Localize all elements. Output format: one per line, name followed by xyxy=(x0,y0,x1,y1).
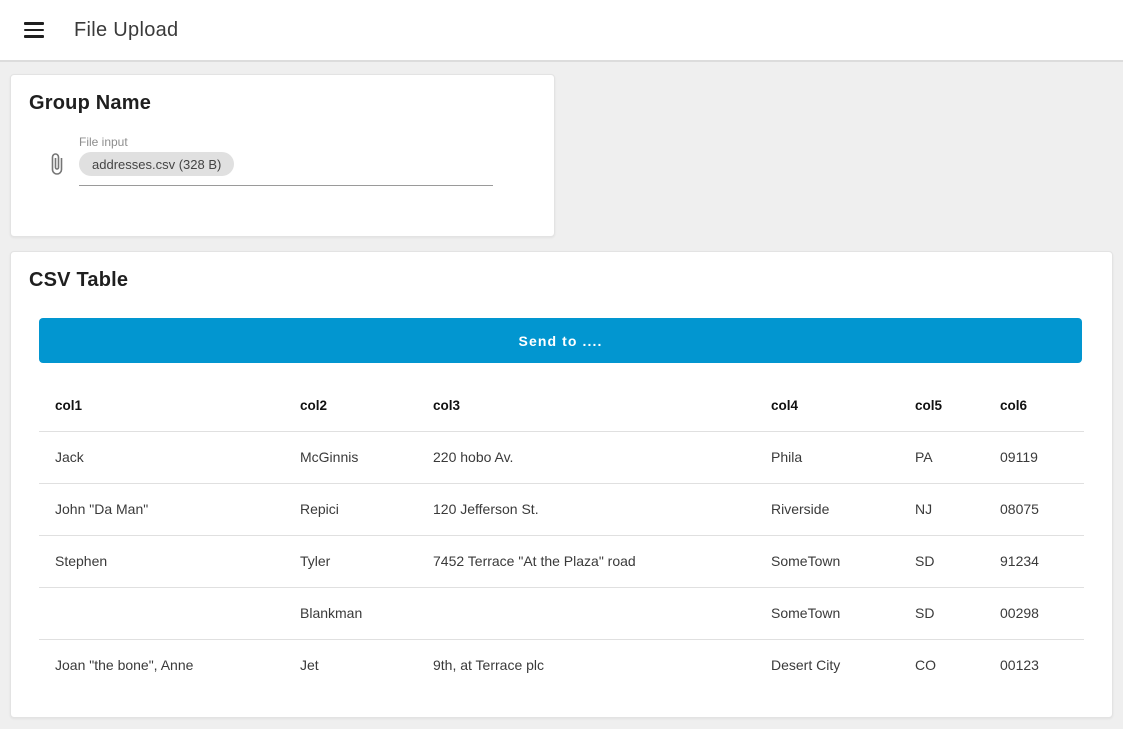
table-cell: CO xyxy=(899,639,984,691)
column-header: col3 xyxy=(417,381,755,431)
table-row: Jack McGinnis 220 hobo Av. Phila PA 0911… xyxy=(39,431,1084,483)
table-cell: 09119 xyxy=(984,431,1084,483)
header-row: col1 col2 col3 col4 col5 col6 xyxy=(39,381,1084,431)
file-chip[interactable]: addresses.csv (328 B) xyxy=(79,152,234,176)
hamburger-bar xyxy=(24,29,44,32)
hamburger-bar xyxy=(24,35,44,38)
hamburger-menu-icon[interactable] xyxy=(16,12,52,48)
hamburger-bar xyxy=(24,22,44,25)
main-content: Group Name File input addresses.csv (328… xyxy=(0,62,1123,729)
table-cell: Blankman xyxy=(284,587,417,639)
table-cell: 9th, at Terrace plc xyxy=(417,639,755,691)
csv-table-card-title: CSV Table xyxy=(11,252,1112,292)
table-cell: Riverside xyxy=(755,483,899,535)
app-bar: File Upload xyxy=(0,0,1123,62)
table-cell: Stephen xyxy=(39,535,284,587)
table-cell: SomeTown xyxy=(755,535,899,587)
group-name-card-title: Group Name xyxy=(11,75,554,115)
table-cell: Repici xyxy=(284,483,417,535)
table-cell: 220 hobo Av. xyxy=(417,431,755,483)
table-row: Joan "the bone", Anne Jet 9th, at Terrac… xyxy=(39,639,1084,691)
table-cell: Desert City xyxy=(755,639,899,691)
column-header: col4 xyxy=(755,381,899,431)
paperclip-icon[interactable] xyxy=(45,149,69,179)
column-header: col5 xyxy=(899,381,984,431)
table-cell: 120 Jefferson St. xyxy=(417,483,755,535)
column-header: col2 xyxy=(284,381,417,431)
table-cell: SD xyxy=(899,535,984,587)
table-cell: 7452 Terrace "At the Plaza" road xyxy=(417,535,755,587)
file-input-field[interactable]: File input addresses.csv (328 B) xyxy=(79,135,493,186)
csv-table-header: col1 col2 col3 col4 col5 col6 xyxy=(39,381,1084,431)
group-name-card: Group Name File input addresses.csv (328… xyxy=(10,74,555,237)
send-to-button[interactable]: Send to .... xyxy=(39,318,1082,363)
table-cell xyxy=(39,587,284,639)
table-cell: John "Da Man" xyxy=(39,483,284,535)
table-cell: 00123 xyxy=(984,639,1084,691)
table-cell: NJ xyxy=(899,483,984,535)
page-title: File Upload xyxy=(74,19,178,42)
table-cell: 00298 xyxy=(984,587,1084,639)
table-cell: Jack xyxy=(39,431,284,483)
column-header: col6 xyxy=(984,381,1084,431)
csv-table: col1 col2 col3 col4 col5 col6 Jack McGin… xyxy=(39,381,1084,691)
table-cell xyxy=(417,587,755,639)
table-cell: Tyler xyxy=(284,535,417,587)
table-cell: Jet xyxy=(284,639,417,691)
csv-card-body: Send to .... col1 col2 col3 col4 col5 co… xyxy=(11,318,1112,691)
table-cell: SD xyxy=(899,587,984,639)
table-cell: McGinnis xyxy=(284,431,417,483)
table-cell: 91234 xyxy=(984,535,1084,587)
table-cell: Phila xyxy=(755,431,899,483)
table-cell: PA xyxy=(899,431,984,483)
file-input-underline xyxy=(79,185,493,186)
table-cell: 08075 xyxy=(984,483,1084,535)
file-input[interactable]: File input addresses.csv (328 B) xyxy=(45,135,554,186)
table-row: John "Da Man" Repici 120 Jefferson St. R… xyxy=(39,483,1084,535)
table-cell: SomeTown xyxy=(755,587,899,639)
table-cell: Joan "the bone", Anne xyxy=(39,639,284,691)
column-header: col1 xyxy=(39,381,284,431)
file-input-label: File input xyxy=(79,135,493,149)
csv-table-card: CSV Table Send to .... col1 col2 col3 co… xyxy=(10,251,1113,718)
csv-table-body: Jack McGinnis 220 hobo Av. Phila PA 0911… xyxy=(39,431,1084,691)
table-row: Stephen Tyler 7452 Terrace "At the Plaza… xyxy=(39,535,1084,587)
table-row: Blankman SomeTown SD 00298 xyxy=(39,587,1084,639)
